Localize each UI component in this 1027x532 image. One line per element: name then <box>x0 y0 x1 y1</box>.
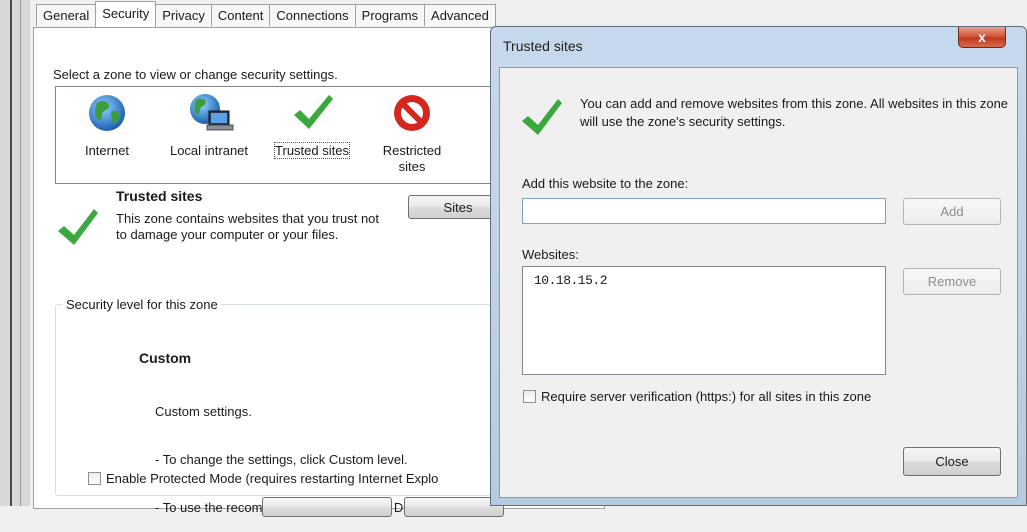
remove-button[interactable]: Remove <box>903 268 1001 295</box>
require-https-checkbox[interactable] <box>523 390 536 403</box>
window-title: Trusted sites <box>503 38 583 54</box>
checkmark-icon <box>520 95 564 142</box>
checkmark-icon <box>290 91 334 135</box>
tab-content[interactable]: Content <box>210 4 271 26</box>
custom-level-button[interactable] <box>262 497 392 517</box>
list-item[interactable]: 10.18.15.2 <box>534 273 874 288</box>
tab-security[interactable]: Security <box>95 1 157 27</box>
close-button[interactable]: Close <box>903 447 1001 476</box>
websites-label: Websites: <box>522 247 579 262</box>
tab-strip: General Security Privacy Content Connect… <box>36 1 496 28</box>
add-website-input[interactable] <box>522 198 886 224</box>
zone-label: Internet <box>84 143 130 158</box>
desktop-edge <box>0 0 30 506</box>
tab-privacy[interactable]: Privacy <box>155 4 212 26</box>
tab-connections[interactable]: Connections <box>269 4 356 26</box>
intranet-icon <box>187 91 234 135</box>
custom-line: Custom settings. <box>155 404 252 419</box>
globe-icon <box>85 91 129 135</box>
security-level-label: Security level for this zone <box>63 297 221 312</box>
require-https-option[interactable]: Require server verification (https:) for… <box>523 389 871 404</box>
zone-label: Restricted sites <box>382 143 442 174</box>
custom-line: - To change the settings, click Custom l… <box>155 452 408 467</box>
default-level-button[interactable] <box>404 497 504 517</box>
zone-list: Internet Local intranet Trusted sites Re… <box>55 86 502 184</box>
edge-line <box>10 0 12 506</box>
zone-hint: Select a zone to view or change security… <box>53 67 338 82</box>
tab-programs[interactable]: Programs <box>354 4 426 26</box>
zone-info-text: You can add and remove websites from thi… <box>580 96 1009 129</box>
zone-label: Local intranet <box>169 143 249 158</box>
protected-mode-label: Enable Protected Mode (requires restarti… <box>106 471 439 486</box>
edge-line <box>20 0 21 506</box>
zone-restricted-sites[interactable]: Restricted sites <box>372 87 452 175</box>
checkmark-icon <box>56 205 100 252</box>
zone-trusted-sites[interactable]: Trusted sites <box>266 87 358 159</box>
require-https-label: Require server verification (https:) for… <box>541 389 872 404</box>
custom-level-title: Custom <box>139 350 192 366</box>
protected-mode-checkbox[interactable] <box>88 472 101 485</box>
zone-local-intranet[interactable]: Local intranet <box>158 87 260 159</box>
protected-mode-option[interactable]: Enable Protected Mode (requires restarti… <box>88 471 438 486</box>
zone-label: Trusted sites <box>274 142 350 159</box>
close-icon[interactable]: x <box>958 27 1006 48</box>
zone-internet[interactable]: Internet <box>70 87 144 159</box>
tab-advanced[interactable]: Advanced <box>424 4 496 26</box>
selected-zone-description: This zone contains websites that you tru… <box>116 211 380 242</box>
prohibited-icon <box>390 91 434 135</box>
websites-list[interactable]: 10.18.15.2 <box>522 266 886 375</box>
add-website-label: Add this website to the zone: <box>522 176 689 191</box>
tab-general[interactable]: General <box>36 4 97 26</box>
selected-zone-title: Trusted sites <box>116 188 203 204</box>
add-button[interactable]: Add <box>903 198 1001 225</box>
